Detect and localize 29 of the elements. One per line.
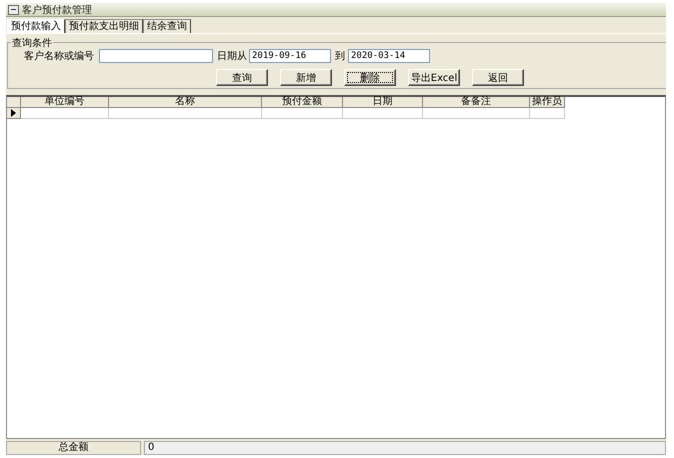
column-header[interactable]: 操作员: [530, 97, 565, 108]
customer-field[interactable]: [99, 49, 213, 63]
column-header[interactable]: 名称: [109, 97, 262, 108]
row-indicator[interactable]: [7, 108, 21, 119]
minimize-icon[interactable]: [8, 4, 19, 14]
table-cell: [530, 108, 565, 119]
tab[interactable]: 结余查询: [143, 19, 191, 33]
column-header[interactable]: 日期: [343, 97, 423, 108]
header-corner: [7, 97, 21, 108]
column-header[interactable]: 备备注: [423, 97, 530, 108]
column-header[interactable]: 预付金额: [262, 97, 343, 108]
total-label: 总金额: [6, 441, 141, 455]
tab[interactable]: 预付款支出明细: [65, 19, 143, 33]
column-header[interactable]: 单位编号: [21, 97, 109, 108]
action-button[interactable]: 返回: [472, 69, 524, 86]
total-value: 0: [144, 441, 666, 455]
window-title: 客户预付款管理: [22, 4, 92, 16]
action-button[interactable]: 新增: [280, 69, 332, 86]
action-button[interactable]: 删除: [344, 69, 396, 86]
date-to-field[interactable]: 2020-03-14: [348, 49, 430, 63]
date-to-label: 到: [335, 50, 345, 63]
date-from-field[interactable]: 2019-09-16: [249, 49, 331, 63]
action-button[interactable]: 导出Excel: [408, 69, 460, 86]
current-row-icon: [11, 109, 16, 117]
action-button[interactable]: 查询: [216, 69, 268, 86]
customer-label: 客户名称或编号: [24, 50, 94, 63]
group-legend: 查询条件: [11, 36, 53, 50]
tab[interactable]: 预付款输入: [7, 19, 65, 33]
date-from-label: 日期从: [217, 50, 247, 63]
